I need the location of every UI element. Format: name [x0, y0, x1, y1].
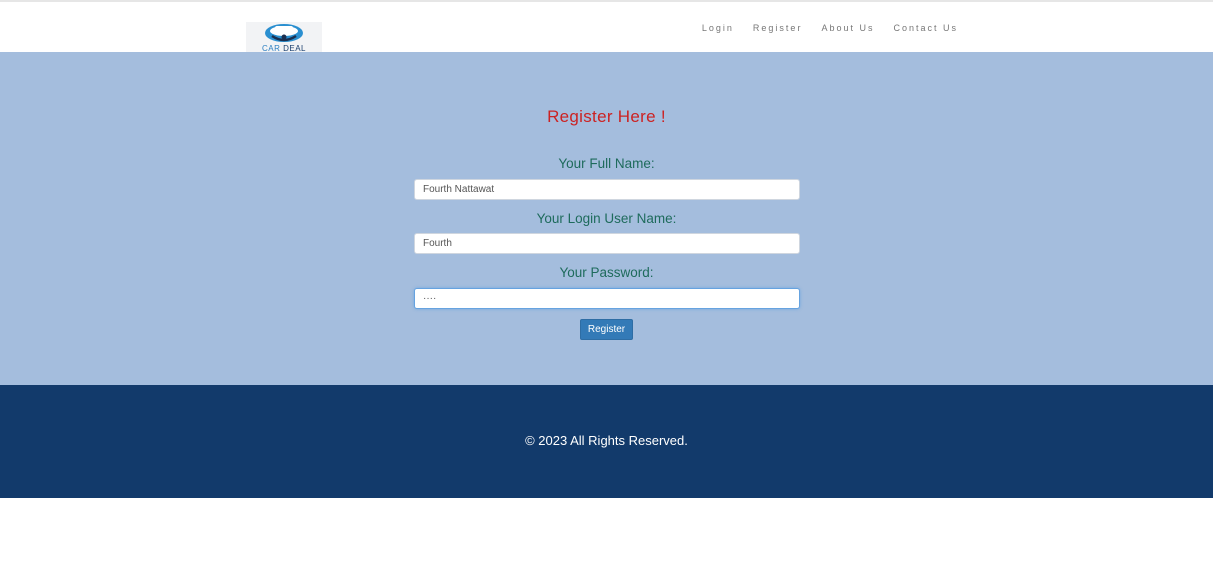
car-handshake-icon — [265, 24, 303, 42]
page-title: Register Here ! — [547, 107, 666, 126]
nav-register-link[interactable]: Register — [753, 23, 803, 33]
copyright-text: © 2023 All Rights Reserved. — [525, 433, 688, 448]
nav-login-link[interactable]: Login — [702, 23, 734, 33]
footer: © 2023 All Rights Reserved. — [0, 385, 1213, 498]
top-navbar: CAR DEAL Login Register About Us Contact… — [0, 0, 1213, 54]
full-name-input[interactable] — [414, 179, 800, 200]
nav-contact-link[interactable]: Contact Us — [893, 23, 958, 33]
full-name-label: Your Full Name: — [558, 156, 655, 171]
nav-about-link[interactable]: About Us — [821, 23, 874, 33]
password-input[interactable] — [414, 288, 800, 309]
car-deal-logo[interactable]: CAR DEAL — [246, 22, 322, 54]
password-label: Your Password: — [559, 265, 654, 280]
nav-links: Login Register About Us Contact Us — [683, 23, 958, 33]
register-section: Register Here ! Your Full Name: Your Log… — [0, 52, 1213, 385]
username-label: Your Login User Name: — [536, 211, 677, 226]
register-button[interactable]: Register — [580, 319, 633, 340]
username-input[interactable] — [414, 233, 800, 254]
